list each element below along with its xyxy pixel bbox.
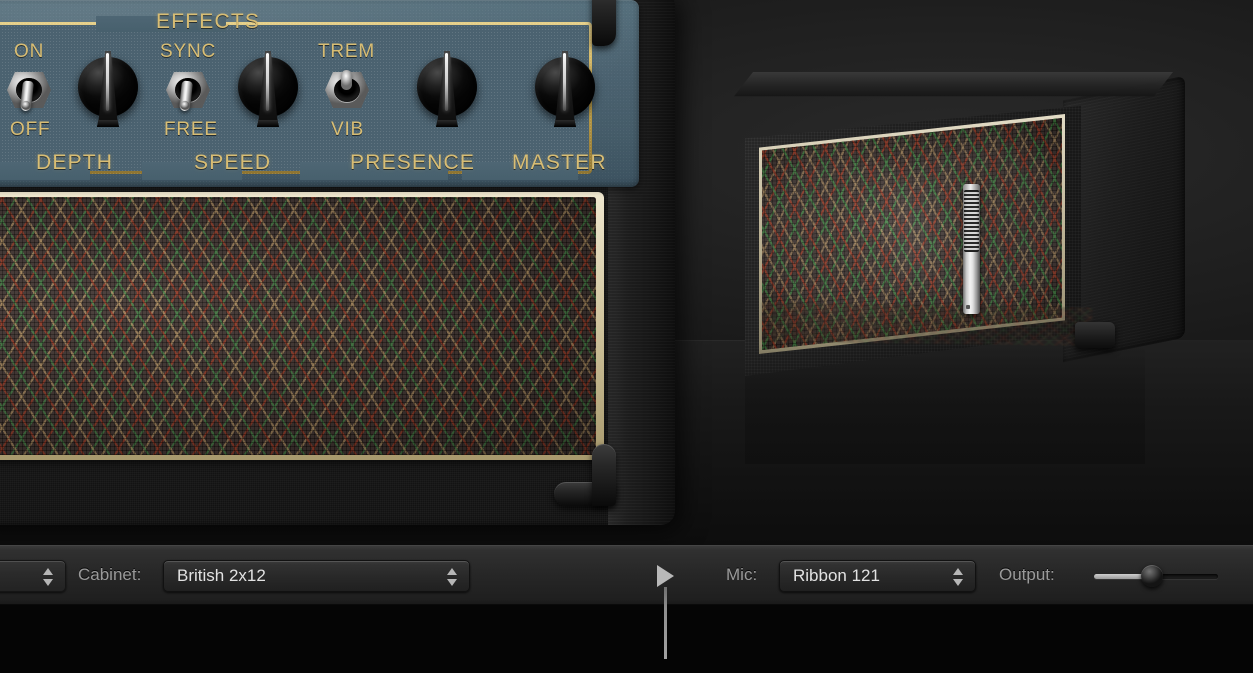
speaker-cone-shading [762,118,1062,350]
cabinet-grille-cloth [762,118,1062,350]
corner-protector-top-right [554,0,616,46]
mic-popup[interactable]: Ribbon 121 [779,560,976,592]
toggle-lever[interactable] [341,70,352,90]
mic-cap [963,184,980,190]
knob-pointer [563,53,566,111]
knob-pointer [106,53,109,111]
mode-switch-bottom-label: VIB [331,119,365,140]
bottom-toolbar: Cabinet: British 2x12 Mic: Ribbon 121 Ou… [0,545,1253,605]
power-switch-on-label: ON [14,41,45,62]
depth-knob-label: DEPTH [36,151,114,174]
mic-badge [966,305,970,309]
mic-stepper[interactable] [953,568,964,586]
power-toggle-switch[interactable] [4,64,54,116]
amp-model-popup[interactable] [0,560,66,592]
cabinet-top-panel [734,72,1173,97]
amp-model-stepper[interactable] [43,568,54,586]
sync-switch-top-label: SYNC [160,41,216,62]
amp-grille-cloth [0,197,596,455]
chevron-down-icon [953,579,963,586]
output-slider[interactable] [1094,565,1218,587]
output-label: Output: [999,565,1055,584]
cabinet-popup[interactable]: British 2x12 [163,560,470,592]
amp-cloth-shading [0,197,596,455]
sync-switch-bottom-label: FREE [164,119,218,140]
knob-pointer [266,53,269,111]
effects-section-label: EFFECTS [156,10,261,33]
master-knob-label: MASTER [512,151,607,174]
mic-label: Mic: [726,565,758,584]
cabinet-stepper[interactable] [447,568,458,586]
output-slider-thumb[interactable] [1141,565,1164,587]
ribbon-microphone[interactable] [960,184,982,314]
sync-toggle-switch[interactable] [163,64,213,116]
chevron-down-icon [447,579,457,586]
mic-position-disclosure-icon[interactable] [657,565,674,587]
mic-grille [964,190,979,252]
mic-value: Ribbon 121 [793,566,880,585]
corner-protector-bottom-right [554,444,616,506]
mic-position-indicator-line [664,587,667,659]
presence-knob[interactable] [416,47,478,127]
speed-knob-label: SPEED [194,151,272,174]
presence-knob-label: PRESENCE [350,151,476,174]
cabinet-side-panel [1063,75,1185,363]
amp-designer-window: EFFECTS DEPTH SPEED PRESENCE MASTER ON O… [0,0,1253,673]
mode-switch-top-label: TREM [318,41,376,62]
chevron-down-icon [43,579,53,586]
chevron-up-icon [953,568,963,575]
amplifier-head: EFFECTS DEPTH SPEED PRESENCE MASTER ON O… [0,0,680,532]
cabinet-label: Cabinet: [78,565,142,584]
speed-knob[interactable] [237,47,299,127]
chevron-up-icon [447,568,457,575]
cabinet-foot [1075,322,1115,348]
window-bottom-area [0,605,1253,673]
master-knob[interactable] [534,47,596,127]
chevron-up-icon [43,568,53,575]
depth-knob[interactable] [77,47,139,127]
cabinet-value: British 2x12 [177,566,266,585]
knob-pointer [445,53,448,111]
mode-toggle-switch[interactable] [322,64,372,116]
power-switch-off-label: OFF [10,119,51,140]
